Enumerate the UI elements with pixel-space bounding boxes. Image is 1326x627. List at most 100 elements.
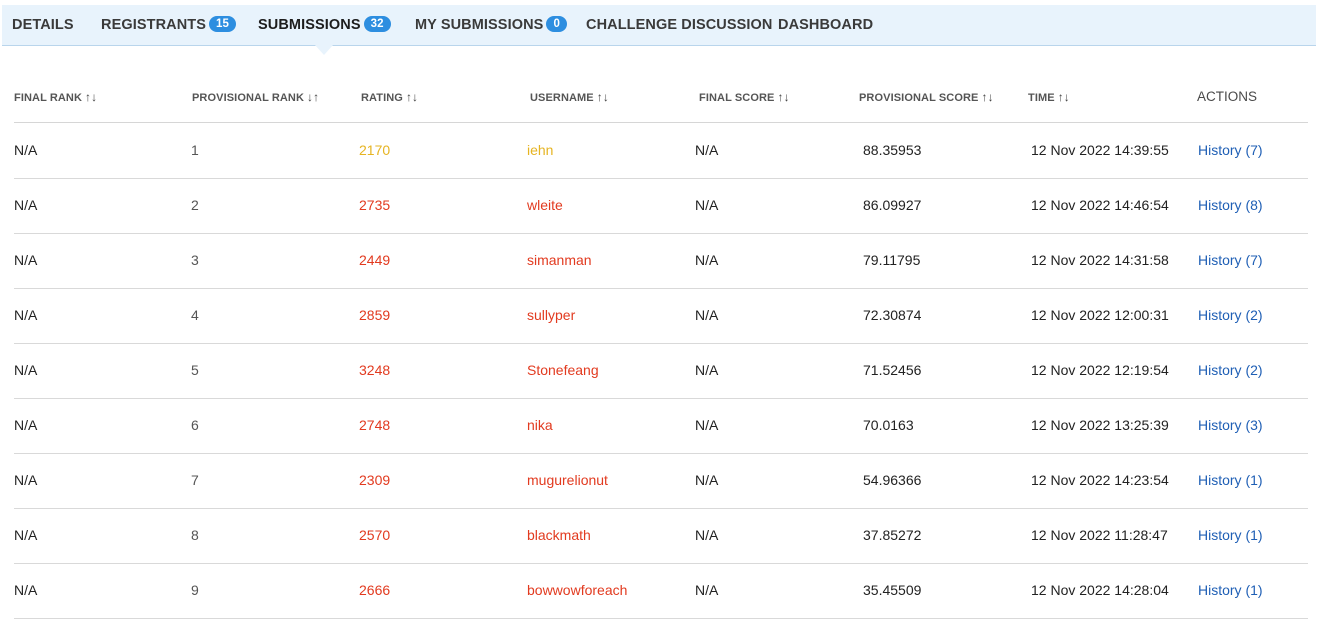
final-rank-cell: N/A bbox=[14, 197, 38, 213]
sort-icon[interactable]: ↑↓ bbox=[85, 90, 97, 104]
column-header-final-rank[interactable]: FINAL RANK ↑↓ bbox=[14, 90, 97, 104]
sort-icon[interactable]: ↑↓ bbox=[597, 90, 609, 104]
sort-icon[interactable]: ↑↓ bbox=[1058, 90, 1070, 104]
count-badge: 0 bbox=[546, 16, 567, 33]
tab-label: DETAILS bbox=[12, 17, 74, 33]
column-header-final-score[interactable]: FINAL SCORE ↑↓ bbox=[699, 90, 790, 104]
column-header-username[interactable]: USERNAME ↑↓ bbox=[530, 90, 609, 104]
column-header-rating[interactable]: RATING ↑↓ bbox=[361, 90, 418, 104]
username-link[interactable]: mugurelionut bbox=[527, 453, 608, 508]
table-row: N/A 2 2735 wleite N/A 86.09927 12 Nov 2022 14:… bbox=[14, 178, 1308, 234]
provisional-score-cell: 71.52456 bbox=[863, 362, 922, 378]
table-row: N/A 7 2309 mugurelionut N/A 54.96366 12 Nov 20… bbox=[14, 453, 1308, 509]
final-score-cell: N/A bbox=[695, 307, 719, 323]
column-header-provisional-score[interactable]: PROVISIONAL SCORE ↑↓ bbox=[859, 90, 994, 104]
tab-my-submissions[interactable]: MY SUBMISSIONS 0 bbox=[415, 5, 567, 45]
table-row: N/A 3 2449 simanman N/A 79.11795 12 Nov 2022 1… bbox=[14, 233, 1308, 289]
final-rank-cell: N/A bbox=[14, 307, 38, 323]
tab-label: DASHBOARD bbox=[778, 17, 874, 33]
history-link[interactable]: History (2) bbox=[1198, 288, 1263, 343]
final-rank-cell: N/A bbox=[14, 582, 38, 598]
username-link[interactable]: iehn bbox=[527, 123, 553, 178]
provisional-rank-cell: 2 bbox=[191, 197, 199, 213]
time-cell: 12 Nov 2022 14:23:54 bbox=[1031, 472, 1169, 488]
final-score-cell: N/A bbox=[695, 197, 719, 213]
count-badge: 32 bbox=[363, 16, 391, 33]
final-score-cell: N/A bbox=[695, 417, 719, 433]
table-row: N/A 4 2859 sullyper N/A 72.30874 12 Nov 2022 1… bbox=[14, 288, 1308, 344]
time-cell: 12 Nov 2022 12:00:31 bbox=[1031, 307, 1169, 323]
provisional-rank-cell: 6 bbox=[191, 417, 199, 433]
tab-details[interactable]: DETAILS bbox=[12, 5, 74, 45]
tab-dashboard[interactable]: DASHBOARD bbox=[778, 5, 873, 45]
rating-cell: 2170 bbox=[359, 142, 391, 158]
table-row: N/A 6 2748 nika N/A 70.0163 12 Nov 2022 13:25:… bbox=[14, 398, 1308, 454]
sort-icon[interactable]: ↑↓ bbox=[777, 90, 789, 104]
rating-cell: 2859 bbox=[359, 307, 391, 323]
final-score-cell: N/A bbox=[695, 252, 719, 268]
time-cell: 12 Nov 2022 14:28:04 bbox=[1031, 582, 1169, 598]
table-row: N/A 8 2570 blackmath N/A 37.85272 12 Nov 2022 … bbox=[14, 508, 1308, 564]
final-rank-cell: N/A bbox=[14, 417, 38, 433]
final-score-cell: N/A bbox=[695, 472, 719, 488]
rating-cell: 3248 bbox=[359, 362, 391, 378]
tab-label: MY SUBMISSIONS bbox=[415, 17, 544, 33]
column-header-time[interactable]: TIME ↑↓ bbox=[1028, 90, 1070, 104]
rating-cell: 2748 bbox=[359, 417, 391, 433]
time-cell: 12 Nov 2022 12:19:54 bbox=[1031, 362, 1169, 378]
final-score-cell: N/A bbox=[695, 142, 719, 158]
history-link[interactable]: History (1) bbox=[1198, 563, 1263, 618]
history-link[interactable]: History (7) bbox=[1198, 123, 1263, 178]
rating-cell: 2449 bbox=[359, 252, 391, 268]
table-row: N/A 9 2666 bowwowforeach N/A 35.45509 12 Nov 2… bbox=[14, 563, 1308, 619]
final-rank-cell: N/A bbox=[14, 472, 38, 488]
provisional-score-cell: 37.85272 bbox=[863, 527, 922, 543]
history-link[interactable]: History (7) bbox=[1198, 233, 1263, 288]
username-link[interactable]: simanman bbox=[527, 233, 592, 288]
time-cell: 12 Nov 2022 14:39:55 bbox=[1031, 142, 1169, 158]
time-cell: 12 Nov 2022 11:28:47 bbox=[1031, 527, 1168, 543]
provisional-score-cell: 79.11795 bbox=[863, 252, 921, 268]
column-header-label: TIME bbox=[1028, 92, 1055, 104]
final-score-cell: N/A bbox=[695, 527, 719, 543]
username-link[interactable]: nika bbox=[527, 398, 553, 453]
sort-icon[interactable]: ↑↓ bbox=[981, 90, 993, 104]
username-link[interactable]: wleite bbox=[527, 178, 563, 233]
history-link[interactable]: History (1) bbox=[1198, 453, 1263, 508]
table-row: N/A 1 2170 iehn N/A 88.35953 12 Nov 2022 14:39… bbox=[14, 123, 1308, 179]
provisional-rank-cell: 1 bbox=[191, 142, 199, 158]
tab-submissions[interactable]: SUBMISSIONS 32 bbox=[258, 5, 391, 55]
tab-label: SUBMISSIONS bbox=[258, 17, 361, 33]
history-link[interactable]: History (2) bbox=[1198, 343, 1263, 398]
history-link[interactable]: History (1) bbox=[1198, 508, 1263, 563]
count-badge: 15 bbox=[209, 16, 237, 33]
history-link[interactable]: History (3) bbox=[1198, 398, 1263, 453]
tab-bar: DETAILS REGISTRANTS 15 SUBMISSIONS 32 MY S… bbox=[2, 5, 1316, 55]
table-row: N/A 5 3248 Stonefeang N/A 71.52456 12 Nov 2022… bbox=[14, 343, 1308, 399]
username-link[interactable]: bowwowforeach bbox=[527, 563, 627, 618]
final-rank-cell: N/A bbox=[14, 362, 38, 378]
provisional-rank-cell: 7 bbox=[191, 472, 199, 488]
column-header-label: PROVISIONAL RANK bbox=[192, 92, 305, 104]
column-header-label: USERNAME bbox=[530, 92, 594, 104]
sort-icon[interactable]: ↑↓ bbox=[406, 90, 418, 104]
tab-challenge-discussion[interactable]: CHALLENGE DISCUSSION bbox=[586, 5, 773, 45]
username-link[interactable]: Stonefeang bbox=[527, 343, 599, 398]
column-header-label: FINAL SCORE bbox=[699, 92, 775, 104]
provisional-score-cell: 35.45509 bbox=[863, 582, 922, 598]
final-score-cell: N/A bbox=[695, 362, 719, 378]
sort-icon[interactable]: ↓↑ bbox=[307, 90, 319, 104]
tab-label: CHALLENGE DISCUSSION bbox=[586, 17, 773, 33]
rating-cell: 2309 bbox=[359, 472, 391, 488]
username-link[interactable]: sullyper bbox=[527, 288, 575, 343]
column-header-provisional-rank[interactable]: PROVISIONAL RANK ↓↑ bbox=[192, 90, 319, 104]
rating-cell: 2666 bbox=[359, 582, 391, 598]
time-cell: 12 Nov 2022 14:31:58 bbox=[1031, 252, 1169, 268]
tab-label: REGISTRANTS bbox=[101, 17, 207, 33]
provisional-score-cell: 72.30874 bbox=[863, 307, 922, 323]
history-link[interactable]: History (8) bbox=[1198, 178, 1263, 233]
rating-cell: 2735 bbox=[359, 197, 391, 213]
username-link[interactable]: blackmath bbox=[527, 508, 591, 563]
tab-registrants[interactable]: REGISTRANTS 15 bbox=[101, 5, 237, 45]
provisional-rank-cell: 5 bbox=[191, 362, 199, 378]
